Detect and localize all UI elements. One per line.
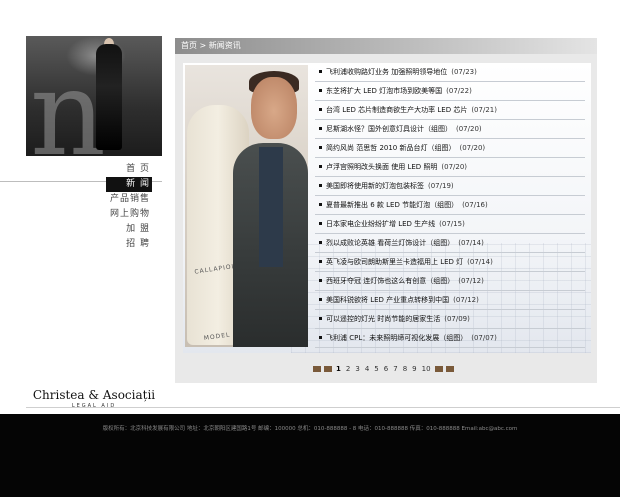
page-link-7[interactable]: 7 [392,365,398,373]
news-date: (07/19) [428,182,454,190]
bullet-icon [319,336,322,339]
news-title[interactable]: 台湾 LED 芯片制造商欲生产大功率 LED 芯片 [326,106,467,114]
news-date: (07/12) [453,296,479,304]
bullet-icon [319,260,322,263]
news-title[interactable]: 尼斯湖水怪？国外创意灯具设计（组图） [326,125,452,133]
logo-name: Christea & Asociații [32,388,156,402]
news-item[interactable]: 夏普最新推出 6 款 LED 节能灯泡（组图） (07/16) [315,196,585,215]
news-item[interactable]: 卢浮宫照明改头换面 使用 LED 照明 (07/20) [315,158,585,177]
bullet-icon [319,298,322,301]
bullet-icon [319,222,322,225]
first-page-icon[interactable] [324,366,332,372]
news-title[interactable]: 英飞凌与欧司朗助斯里兰卡造福用上 LED 灯 [326,258,463,266]
bullet-icon [319,146,322,149]
news-title[interactable]: 飞利浦收购路灯业务 加强照明领导地位 [326,68,447,76]
breadcrumb: 首页 > 新闻资讯 [181,41,241,50]
person-head [251,77,297,139]
nav-item-1[interactable]: 新 闻 [106,177,152,192]
news-item[interactable]: 日本家电企业纷纷扩增 LED 生产线 (07/15) [315,215,585,234]
news-title[interactable]: 西班牙夺冠 连灯饰也这么有创意（组图） [326,277,454,285]
footer-divider [26,407,620,408]
bullet-icon [319,203,322,206]
nav-item-0[interactable]: 首 页 [100,162,152,177]
prev-page-icon[interactable] [313,366,321,372]
news-date: (07/21) [471,106,497,114]
person-shirt [259,147,283,267]
page-link-3[interactable]: 3 [354,365,360,373]
bullet-icon [319,184,322,187]
page-link-8[interactable]: 8 [402,365,408,373]
bullet-icon [319,241,322,244]
news-title[interactable]: 简约风尚 范思哲 2010 新品台灯（组图） [326,144,456,152]
news-date: (07/16) [462,201,488,209]
news-date: (07/20) [456,125,482,133]
news-item[interactable]: 飞利浦收购路灯业务 加强照明领导地位 (07/23) [315,63,585,82]
news-list: 飞利浦收购路灯业务 加强照明领导地位 (07/23) 东芝将扩大 LED 灯泡市场到… [315,63,585,348]
news-title[interactable]: 烈以成败论英雄 看荷兰灯饰设计（组图） [326,239,454,247]
bullet-icon [319,165,322,168]
news-item[interactable]: 可以遥控的灯光 时尚节能的居家生活 (07/09) [315,310,585,329]
news-date: (07/14) [467,258,493,266]
news-date: (07/15) [439,220,465,228]
news-title[interactable]: 飞利浦 CPL：未来照明缔可视化发展（组图） [326,334,467,342]
nav-item-4[interactable]: 加 盟 [100,222,152,237]
news-item[interactable]: 尼斯湖水怪？国外创意灯具设计（组图） (07/20) [315,120,585,139]
news-item[interactable]: 英飞凌与欧司朗助斯里兰卡造福用上 LED 灯 (07/14) [315,253,585,272]
news-date: (07/20) [441,163,468,171]
pagination: 1 2 3 4 5 6 7 8 9 10 [313,363,454,375]
news-item[interactable]: 烈以成败论英雄 看荷兰灯饰设计（组图） (07/14) [315,234,585,253]
breadcrumb-bar: 首页 > 新闻资讯 [175,38,597,54]
nav-item-3[interactable]: 网上购物 [100,207,152,222]
news-content: CALLAPIOLE MODEL 2007 飞利浦收购路灯业务 加强照明领导地位… [183,63,591,353]
news-date: (07/12) [458,277,484,285]
page-link-4[interactable]: 4 [364,365,370,373]
news-title[interactable]: 卢浮宫照明改头换面 使用 LED 照明 [326,163,437,171]
page-link-10[interactable]: 10 [421,365,432,373]
last-page-icon[interactable] [445,366,454,372]
news-item[interactable]: 美国即将使用新的灯泡包装标签 (07/19) [315,177,585,196]
page-link-5[interactable]: 5 [373,365,379,373]
news-item[interactable]: 美国科锐欲将 LED 产业重点转移到中国 (07/12) [315,291,585,310]
footer-text: 版权所有：北京科技发展有限公司 地址：北京朝阳区建国路1号 邮编：100000 … [102,426,518,432]
bullet-icon [319,279,322,282]
news-title[interactable]: 夏普最新推出 6 款 LED 节能灯泡（组图） [326,201,458,209]
nav-item-2[interactable]: 产品销售 [100,192,152,207]
hero-letter-graphic: n [30,44,106,156]
bullet-icon [319,89,322,92]
logo-sub: LEGAL AID [71,403,117,409]
footer: 版权所有：北京科技发展有限公司 地址：北京朝阳区建国路1号 邮编：100000 … [0,414,620,497]
bullet-icon [319,108,322,111]
next-page-icon[interactable] [434,366,443,372]
logo: Christea & Asociații LEGAL AID [32,388,156,409]
page-link-1[interactable]: 1 [335,365,342,373]
bullet-icon [319,127,322,130]
content-panel: 首页 > 新闻资讯 CALLAPIOLE MODEL 2007 飞利浦收购路灯业… [175,38,597,383]
news-item[interactable]: 简约风尚 范思哲 2010 新品台灯（组图） (07/20) [315,139,585,158]
hero-image: n [26,36,162,156]
news-title[interactable]: 日本家电企业纷纷扩增 LED 生产线 [326,220,435,228]
hero-model-figure [96,44,122,150]
news-item[interactable]: 西班牙夺冠 连灯饰也这么有创意（组图） (07/12) [315,272,585,291]
news-date: (07/09) [444,315,470,323]
news-item[interactable]: 东芝将扩大 LED 灯泡市场到欧美等国 (07/22) [315,82,585,101]
news-date: (07/22) [446,87,472,95]
news-title[interactable]: 可以遥控的灯光 时尚节能的居家生活 [326,315,440,323]
news-item[interactable]: 台湾 LED 芯片制造商欲生产大功率 LED 芯片 (07/21) [315,101,585,120]
news-date: (07/23) [451,68,477,76]
main-nav: 首 页新 闻产品销售 网上购物加 盟招 聘 [100,162,152,252]
news-title[interactable]: 美国即将使用新的灯泡包装标签 [326,182,424,190]
news-date: (07/14) [458,239,484,247]
news-date: (07/07) [471,334,497,342]
bullet-icon [319,317,322,320]
page-link-6[interactable]: 6 [383,365,389,373]
page-link-9[interactable]: 9 [411,365,417,373]
news-date: (07/20) [459,144,486,152]
news-title[interactable]: 美国科锐欲将 LED 产业重点转移到中国 [326,296,449,304]
bullet-icon [319,70,322,73]
news-item[interactable]: 飞利浦 CPL：未来照明缔可视化发展（组图） (07/07) [315,329,585,348]
nav-item-5[interactable]: 招 聘 [100,237,152,252]
news-photo: CALLAPIOLE MODEL 2007 [185,65,308,347]
news-title[interactable]: 东芝将扩大 LED 灯泡市场到欧美等国 [326,87,442,95]
page-link-2[interactable]: 2 [345,365,351,373]
